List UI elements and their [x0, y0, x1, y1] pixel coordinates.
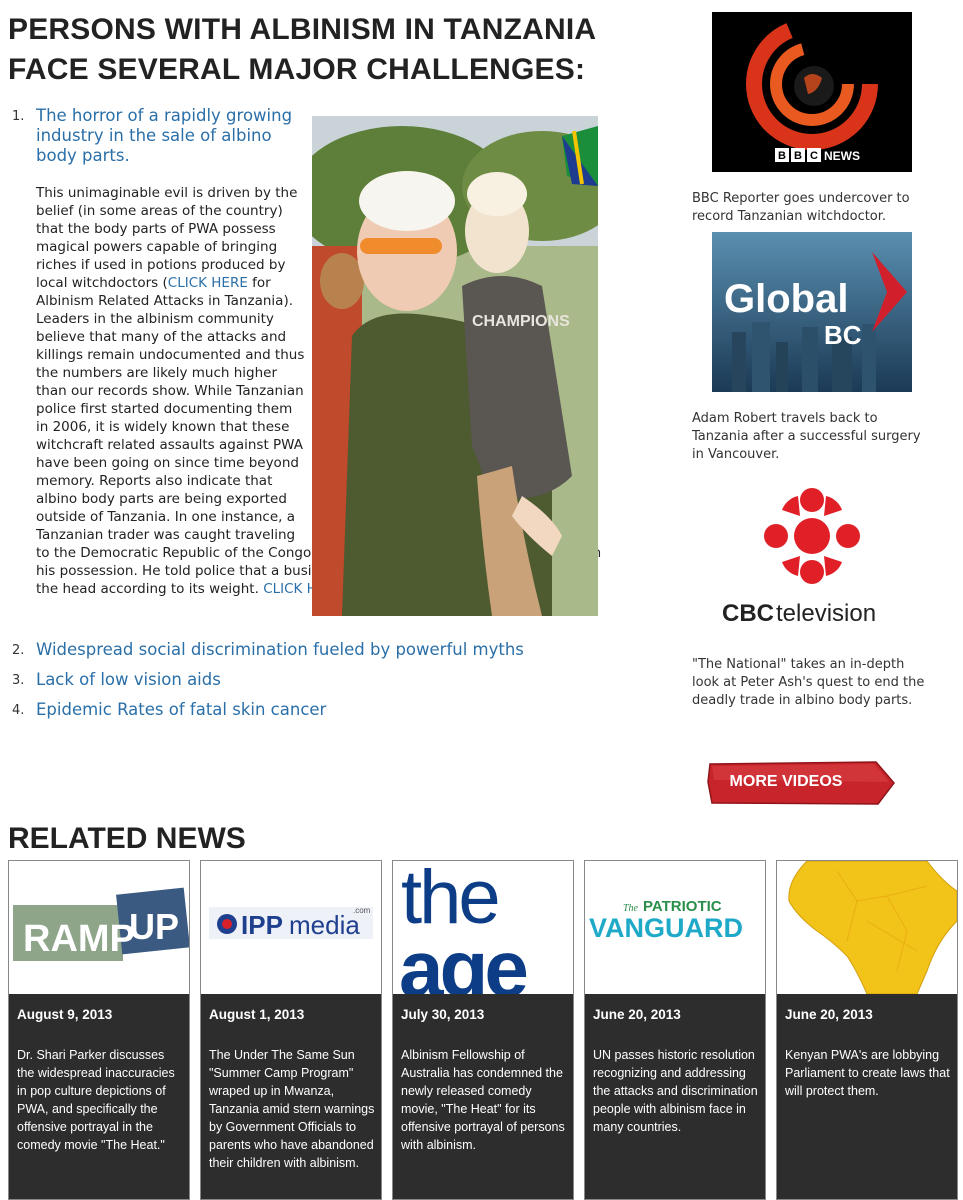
africa-map-image: [777, 861, 957, 994]
click-here-link[interactable]: CLICK HERE: [168, 275, 248, 291]
news-card[interactable]: IPP media .com August 1, 2013 The Under …: [200, 860, 382, 1200]
challenge-item-4: 4. Epidemic Rates of fatal skin cancer: [12, 700, 612, 720]
news-date: June 20, 2013: [785, 1007, 873, 1022]
challenge-heading-link[interactable]: Epidemic Rates of fatal skin cancer: [36, 700, 612, 720]
svg-text:C: C: [810, 150, 818, 162]
patriotic-vanguard-logo: The PATRIOTIC VANGUARD: [585, 861, 765, 994]
news-card[interactable]: RAMP UP August 9, 2013 Dr. Shari Parker …: [8, 860, 190, 1200]
news-summary: Dr. Shari Parker discusses the widesprea…: [17, 1048, 175, 1152]
more-videos-button[interactable]: MORE VIDEOS: [706, 760, 896, 806]
svg-text:BC: BC: [824, 320, 862, 350]
news-summary: Albinism Fellowship of Australia has con…: [401, 1048, 565, 1152]
news-date: August 9, 2013: [17, 1007, 113, 1022]
challenge-heading-link[interactable]: The horror of a rapidly growing industry…: [36, 106, 311, 166]
video-sidebar: B B C NEWS BBC Reporter goes undercover …: [690, 12, 930, 710]
svg-text:VANGUARD: VANGUARD: [589, 913, 743, 943]
list-number: 1.: [12, 109, 25, 124]
news-date: August 1, 2013: [209, 1007, 305, 1022]
svg-text:.com: .com: [353, 906, 371, 915]
video-caption: "The National" takes an in-depth look at…: [692, 657, 925, 708]
news-card[interactable]: The PATRIOTIC VANGUARD June 20, 2013 UN …: [584, 860, 766, 1200]
more-videos-label: MORE VIDEOS: [729, 773, 843, 790]
svg-text:television: television: [776, 600, 876, 627]
news-date: July 30, 2013: [401, 1007, 485, 1022]
page-title: PERSONS WITH ALBINISM IN TANZANIA FACE S…: [8, 13, 596, 86]
bbc-news-video-thumbnail[interactable]: B B C NEWS: [712, 12, 912, 172]
challenge-item-2: 2. Widespread social discrimination fuel…: [12, 640, 612, 660]
svg-text:IPP: IPP: [241, 910, 283, 940]
related-news-row: RAMP UP August 9, 2013 Dr. Shari Parker …: [8, 860, 963, 1200]
news-card[interactable]: June 20, 2013 Kenyan PWA's are lobbying …: [776, 860, 958, 1200]
cbc-television-video-thumbnail[interactable]: CBC television: [712, 476, 912, 636]
list-number: 3.: [12, 673, 25, 688]
challenge-item-1: 1. The horror of a rapidly growing indus…: [12, 106, 612, 616]
svg-text:CHAMPIONS: CHAMPIONS: [472, 313, 570, 330]
challenge-heading-link[interactable]: Lack of low vision aids: [36, 670, 612, 690]
svg-text:NEWS: NEWS: [824, 149, 860, 163]
list-number: 2.: [12, 643, 25, 658]
svg-text:Global: Global: [724, 277, 848, 321]
albino-child-photo: CHAMPIONS: [312, 116, 598, 616]
challenges-list: 1. The horror of a rapidly growing indus…: [12, 106, 612, 720]
ippmedia-logo: IPP media .com: [201, 861, 381, 994]
svg-text:UP: UP: [129, 906, 179, 947]
ramp-up-logo: RAMP UP: [9, 861, 189, 994]
challenge-heading-link[interactable]: Widespread social discrimination fueled …: [36, 640, 612, 660]
video-caption: BBC Reporter goes undercover to record T…: [692, 191, 910, 224]
svg-text:RAMP: RAMP: [23, 918, 135, 960]
news-date: June 20, 2013: [593, 1007, 681, 1022]
global-bc-video-thumbnail[interactable]: Global BC: [712, 232, 912, 392]
video-caption: Adam Robert travels back to Tanzania aft…: [692, 411, 921, 462]
svg-text:CBC: CBC: [722, 600, 774, 627]
news-summary: UN passes historic resolution recognizin…: [593, 1048, 758, 1134]
svg-text:B: B: [778, 150, 786, 162]
challenge-item-3: 3. Lack of low vision aids: [12, 670, 612, 690]
related-news-title: RELATED NEWS: [8, 822, 246, 855]
svg-text:age: age: [399, 924, 526, 994]
svg-text:B: B: [794, 150, 802, 162]
news-summary: The Under The Same Sun "Summer Camp Prog…: [209, 1048, 375, 1170]
news-card[interactable]: the age July 30, 2013 Albinism Fellowshi…: [392, 860, 574, 1200]
news-summary: Kenyan PWA's are lobbying Parliament to …: [785, 1048, 950, 1098]
the-age-logo: the age: [393, 861, 573, 994]
svg-text:media: media: [289, 910, 360, 940]
list-number: 4.: [12, 703, 25, 718]
